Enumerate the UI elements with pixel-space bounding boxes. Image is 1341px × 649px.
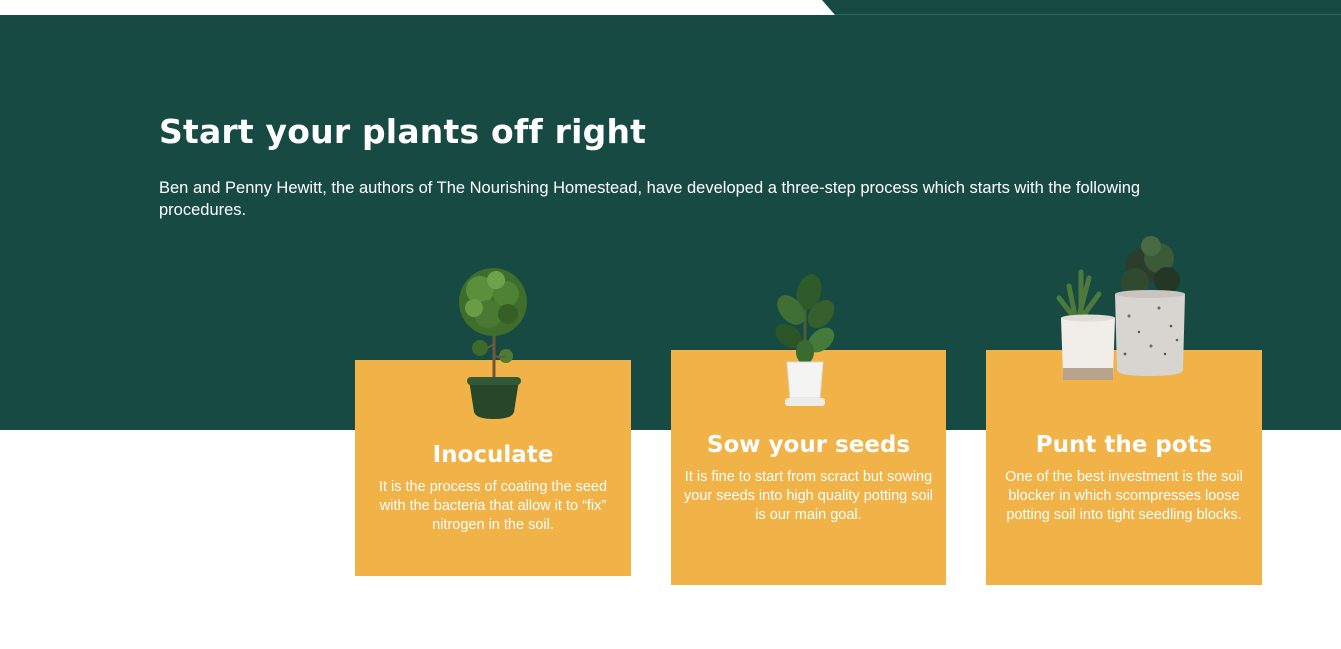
hero-edge-line bbox=[835, 14, 1341, 15]
concrete-pots-plant-icon bbox=[1056, 236, 1185, 380]
step-card-punt-pots: Punt the pots One of the best investment… bbox=[986, 350, 1262, 585]
step-card-title: Sow your seeds bbox=[706, 432, 911, 458]
step-card-title: Punt the pots bbox=[1035, 432, 1213, 458]
step-card-text: It is the process of coating the seed wi… bbox=[378, 479, 608, 533]
section-title: Start your plants off right bbox=[159, 112, 647, 151]
topiary-plant-icon bbox=[459, 268, 527, 419]
step-card-title: Inoculate bbox=[432, 442, 554, 468]
step-card-text: One of the best investment is the soil b… bbox=[1005, 469, 1243, 523]
section-intro: Ben and Penny Hewitt, the authors of The… bbox=[159, 179, 1141, 219]
step-card-text: It is fine to start from scract but sowi… bbox=[683, 469, 934, 523]
fiddle-leaf-plant-icon bbox=[775, 274, 835, 406]
